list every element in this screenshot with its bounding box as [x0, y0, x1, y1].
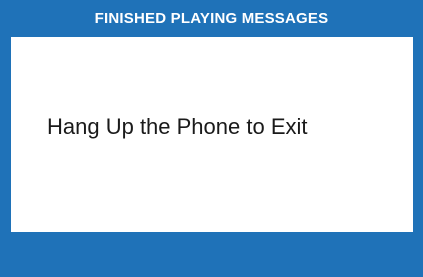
screen-title: FINISHED PLAYING MESSAGES [94, 10, 329, 27]
phone-display-screen: FINISHED PLAYING MESSAGES Hang Up the Ph… [0, 0, 423, 277]
footer-bar [0, 232, 423, 277]
message-panel: Hang Up the Phone to Exit [11, 37, 413, 232]
header-bar: FINISHED PLAYING MESSAGES [0, 0, 423, 37]
exit-instruction-text: Hang Up the Phone to Exit [47, 114, 308, 139]
